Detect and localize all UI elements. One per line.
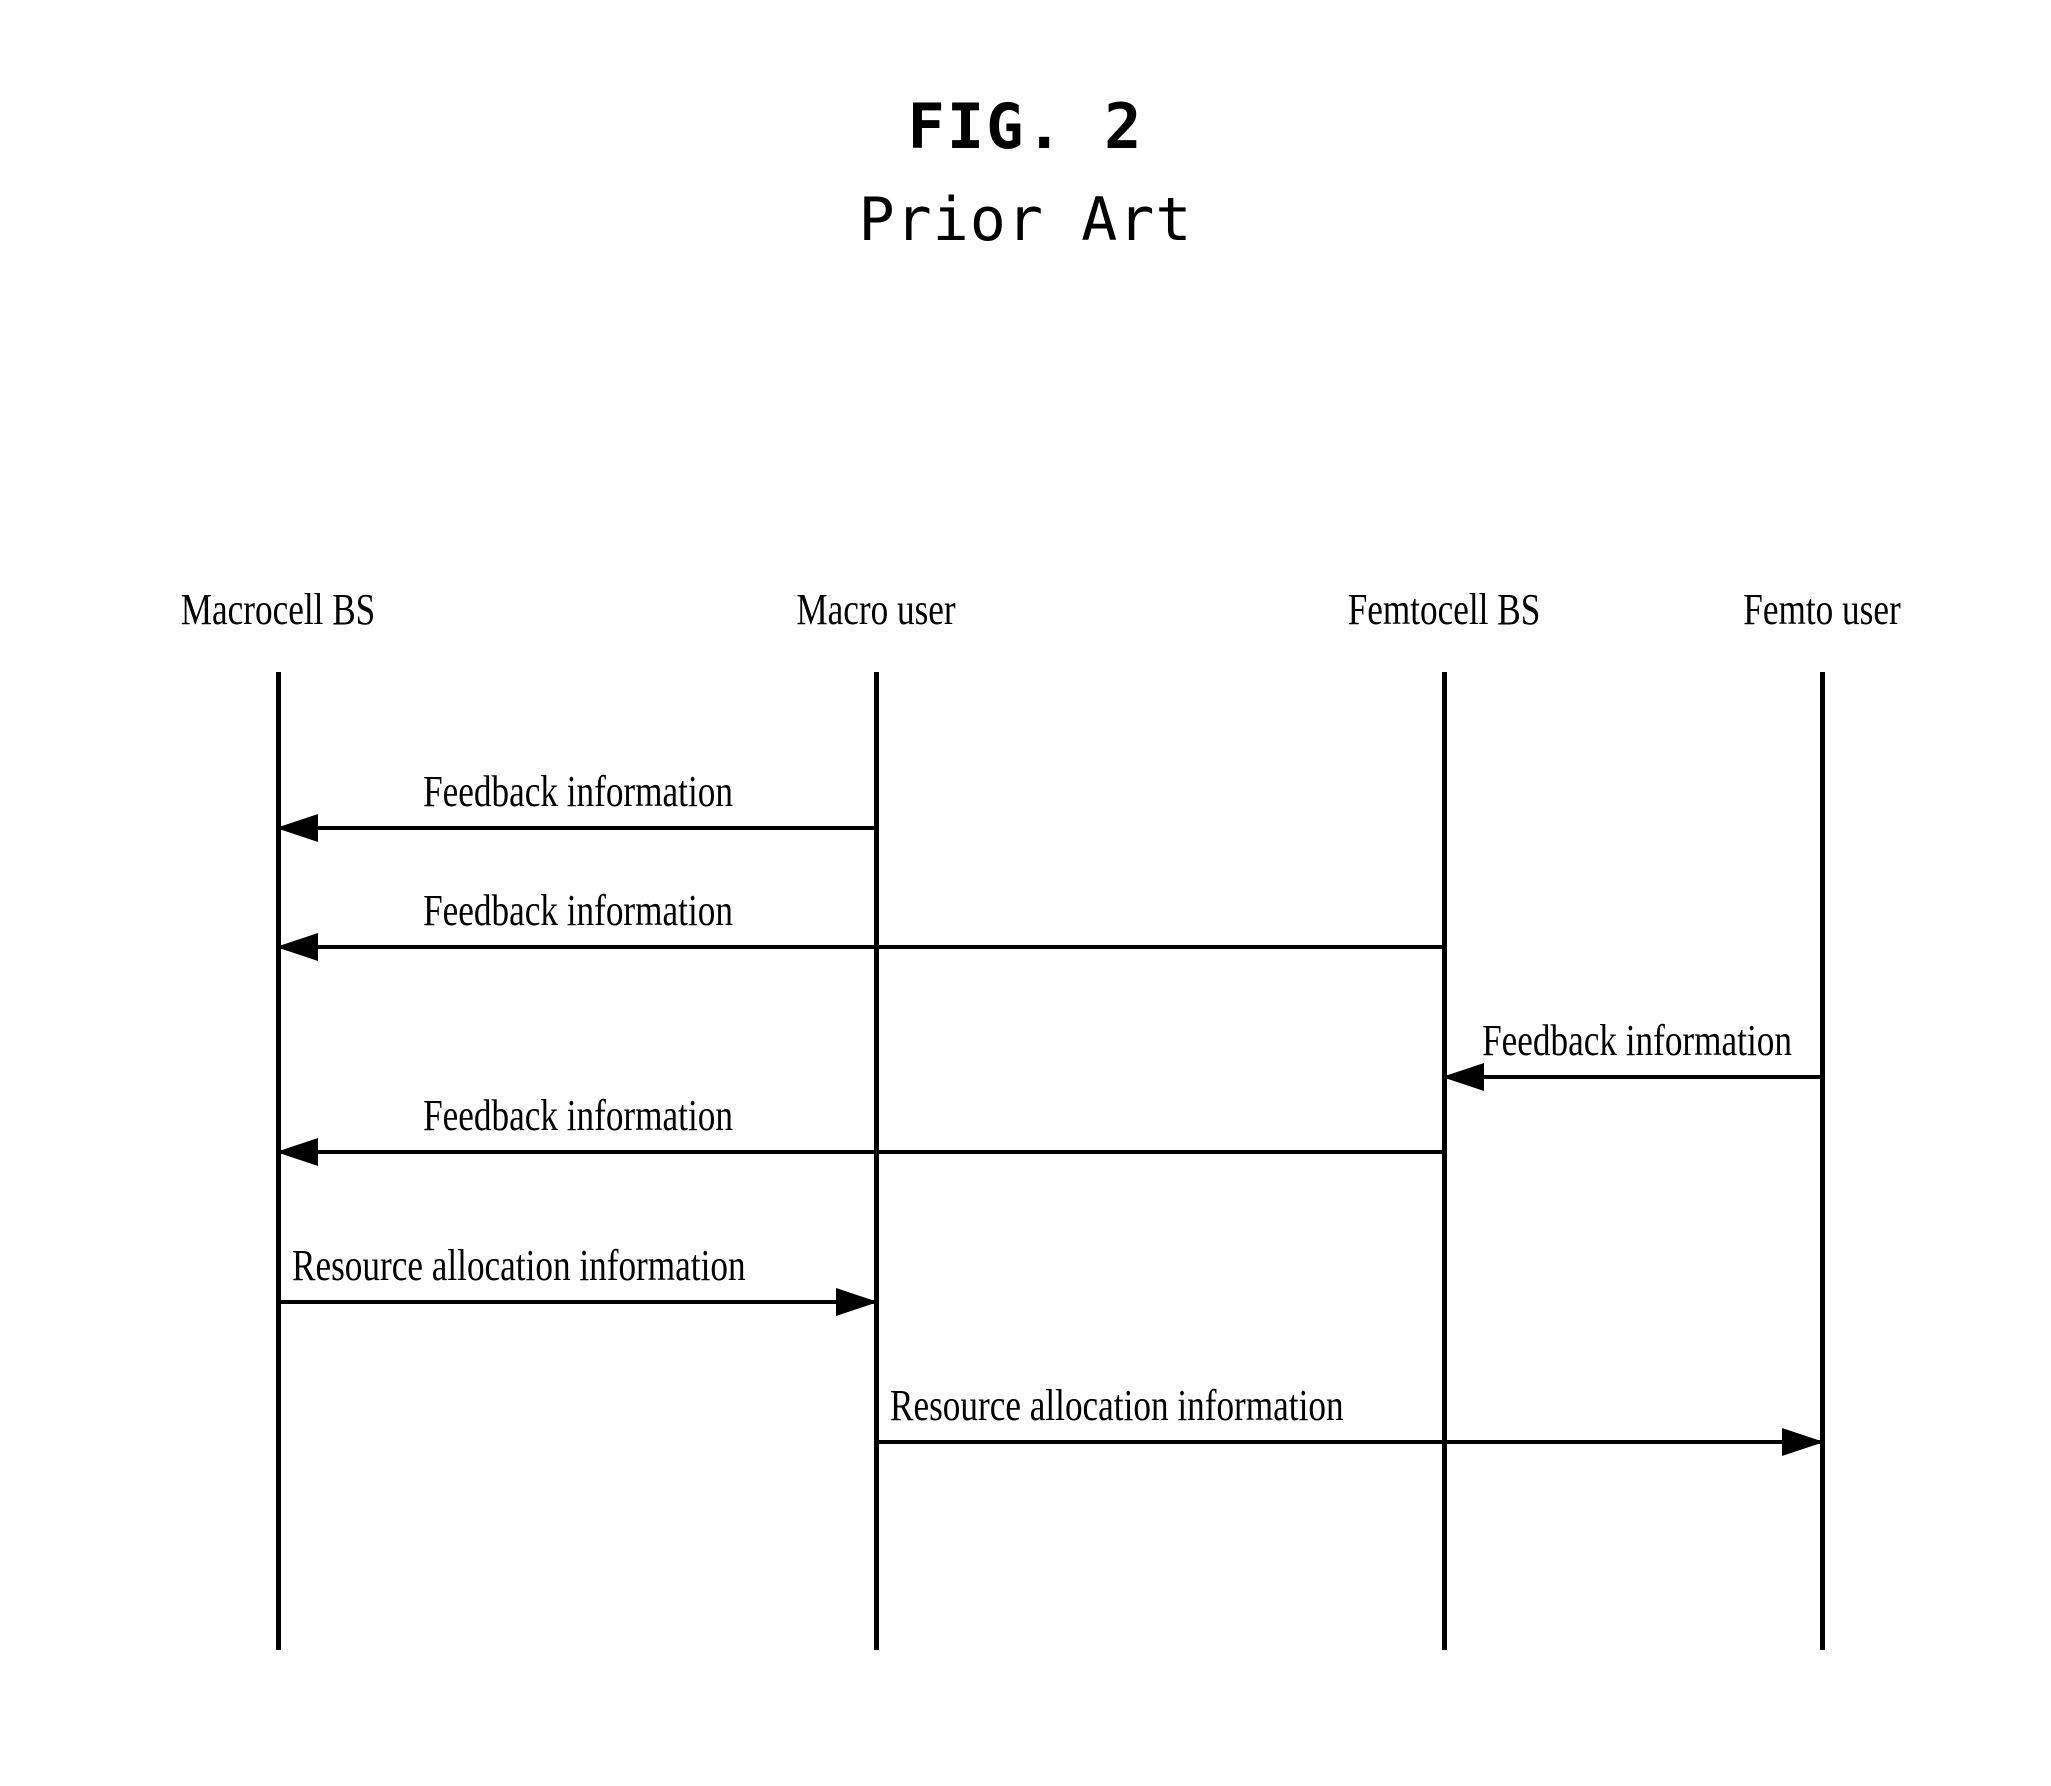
message-line-6 xyxy=(876,1440,1822,1444)
message-label-5: Resource allocation information xyxy=(292,1241,746,1290)
lane-header-femto-user: Femto user xyxy=(1743,585,1901,634)
arrowhead-left-icon xyxy=(276,933,318,961)
message-label-2: Feedback information xyxy=(423,886,733,935)
message-label-6: Resource allocation information xyxy=(890,1381,1344,1430)
arrowhead-right-icon xyxy=(1782,1428,1824,1456)
lane-header-macrocell-bs: Macrocell BS xyxy=(180,585,376,634)
arrowhead-left-icon xyxy=(276,1138,318,1166)
message-label-4: Feedback information xyxy=(423,1091,733,1140)
lane-header-macro-user: Macro user xyxy=(796,585,956,634)
lifeline-femtocell-bs xyxy=(1442,672,1447,1650)
figure-root: FIG. 2 Prior Art Macrocell BS Macro user… xyxy=(0,0,2051,1786)
lane-header-femtocell-bs: Femtocell BS xyxy=(1347,585,1541,634)
message-label-3: Feedback information xyxy=(1482,1016,1792,1065)
figure-subtitle: Prior Art xyxy=(858,185,1193,255)
message-line-5 xyxy=(278,1300,876,1304)
message-line-3 xyxy=(1444,1075,1824,1079)
figure-title: FIG. 2 xyxy=(907,90,1144,163)
message-line-4 xyxy=(278,1150,1446,1154)
message-line-2 xyxy=(278,945,1446,949)
lifeline-femto-user xyxy=(1820,672,1825,1650)
arrowhead-right-icon xyxy=(836,1288,878,1316)
lifeline-macro-user xyxy=(874,672,879,1650)
arrowhead-left-icon xyxy=(276,814,318,842)
message-line-1 xyxy=(278,826,878,830)
message-label-1: Feedback information xyxy=(423,767,733,816)
arrowhead-left-icon xyxy=(1442,1063,1484,1091)
